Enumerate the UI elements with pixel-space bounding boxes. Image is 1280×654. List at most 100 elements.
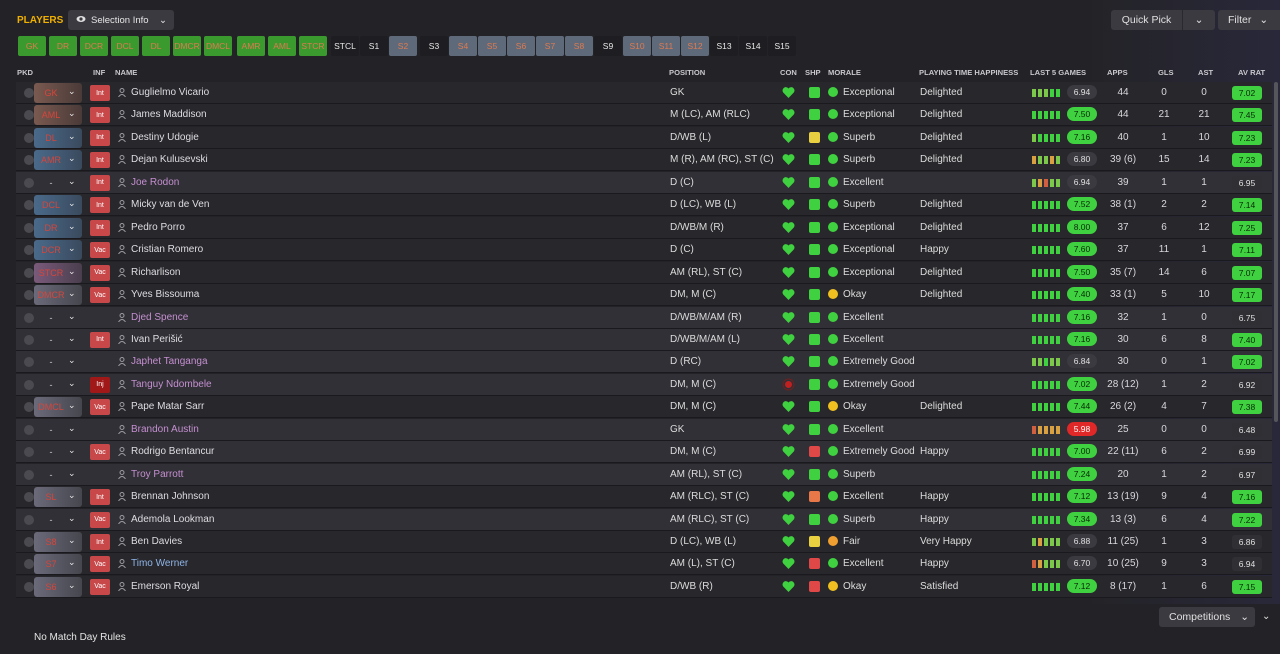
selection-info-button[interactable]: Selection Info ⌄ bbox=[68, 10, 174, 30]
player-name[interactable]: Cristian Romero bbox=[131, 244, 203, 255]
player-name[interactable]: Brandon Austin bbox=[131, 424, 199, 435]
chip-amr[interactable]: AMR bbox=[237, 36, 265, 56]
chevron-down-icon[interactable]: ⌄ bbox=[68, 198, 76, 209]
table-row[interactable]: S7 ⌄ Vac Timo Werner AM (L), ST (C) Excellent… bbox=[16, 553, 1272, 576]
pkd-toggle[interactable] bbox=[24, 222, 34, 233]
pkd-toggle[interactable] bbox=[24, 334, 34, 345]
chevron-down-icon[interactable]: ⌄ bbox=[68, 333, 76, 344]
chevron-down-icon[interactable]: ⌄ bbox=[68, 108, 76, 119]
table-row[interactable]: - ⌄ Int Ivan Perišić D/WB/M/AM (L) Excellent 7… bbox=[16, 328, 1272, 351]
col-position[interactable]: POSITION bbox=[669, 68, 705, 77]
player-name[interactable]: Djed Spence bbox=[131, 312, 188, 323]
col-av-rat[interactable]: AV RAT bbox=[1238, 68, 1265, 77]
col-inf[interactable]: INF bbox=[93, 68, 105, 77]
chip-s4[interactable]: S4 bbox=[449, 36, 477, 56]
chevron-down-icon[interactable]: ⌄ bbox=[68, 445, 76, 456]
player-name[interactable]: Pedro Porro bbox=[131, 222, 185, 233]
chip-s12[interactable]: S12 bbox=[681, 36, 709, 56]
inf-badge[interactable]: Vac bbox=[90, 242, 110, 259]
inf-badge[interactable]: Inj bbox=[90, 376, 110, 393]
player-name[interactable]: Troy Parrott bbox=[131, 469, 183, 480]
quick-pick-button[interactable]: Quick Pick ⌄ bbox=[1111, 10, 1215, 30]
player-name[interactable]: Japhet Tanganga bbox=[131, 356, 208, 367]
filter-button[interactable]: Filter ⌄ bbox=[1218, 10, 1280, 30]
pkd-toggle[interactable] bbox=[24, 267, 34, 278]
table-row[interactable]: S6 ⌄ Vac Emerson Royal D/WB (R) Okay Satisfied… bbox=[16, 575, 1272, 598]
table-row[interactable]: - ⌄ Brandon Austin GK Excellent 5.98 25 0 0 6.48 bbox=[16, 418, 1272, 441]
chevron-down-icon[interactable]: ⌄ bbox=[68, 580, 76, 591]
col-pkd[interactable]: PKD bbox=[17, 68, 33, 77]
chip-s9[interactable]: S9 bbox=[594, 36, 622, 56]
chevron-down-icon[interactable]: ⌄ bbox=[68, 400, 76, 411]
table-row[interactable]: AMR ⌄ Int Dejan Kulusevski M (R), AM (RC), S… bbox=[16, 149, 1272, 172]
col-con[interactable]: CON bbox=[780, 68, 797, 77]
chip-gk[interactable]: GK bbox=[18, 36, 46, 56]
chip-s8[interactable]: S8 bbox=[565, 36, 593, 56]
chip-aml[interactable]: AML bbox=[268, 36, 296, 56]
col-apps[interactable]: APPS bbox=[1107, 68, 1128, 77]
inf-badge[interactable]: Vac bbox=[90, 578, 110, 595]
col-last-5-games[interactable]: LAST 5 GAMES bbox=[1030, 68, 1086, 77]
chip-s14[interactable]: S14 bbox=[739, 36, 767, 56]
pkd-toggle[interactable] bbox=[24, 559, 34, 570]
inf-badge[interactable]: Vac bbox=[90, 556, 110, 573]
inf-badge[interactable]: Int bbox=[90, 331, 110, 348]
pkd-toggle[interactable] bbox=[24, 447, 34, 458]
col-gls[interactable]: GLS bbox=[1158, 68, 1174, 77]
inf-badge[interactable]: Int bbox=[90, 219, 110, 236]
table-row[interactable]: S8 ⌄ Int Ben Davies D (LC), WB (L) Fair Very H… bbox=[16, 531, 1272, 553]
chip-s1[interactable]: S1 bbox=[360, 36, 388, 56]
table-row[interactable]: - ⌄ Inj Tanguy Ndombele DM, M (C) Extremely G… bbox=[16, 373, 1272, 396]
chip-dl[interactable]: DL bbox=[142, 36, 170, 56]
chevron-down-icon[interactable]: ⌄ bbox=[1183, 14, 1215, 26]
inf-badge[interactable]: Int bbox=[90, 107, 110, 124]
col-playing-time-happiness[interactable]: PLAYING TIME HAPPINESS bbox=[919, 68, 1018, 77]
player-name[interactable]: Dejan Kulusevski bbox=[131, 154, 208, 165]
table-row[interactable]: - ⌄ Int Joe Rodon D (C) Excellent 6.94 39 1 1 6.95 bbox=[16, 171, 1272, 194]
pkd-toggle[interactable] bbox=[24, 581, 34, 592]
table-row[interactable]: - ⌄ Vac Rodrigo Bentancur DM, M (C) Extremely… bbox=[16, 441, 1272, 464]
player-name[interactable]: Ademola Lookman bbox=[131, 514, 214, 525]
col-shp[interactable]: SHP bbox=[805, 68, 821, 77]
pkd-toggle[interactable] bbox=[24, 379, 34, 390]
chevron-down-icon[interactable]: ⌄ bbox=[68, 378, 76, 389]
table-row[interactable]: SL ⌄ Int Brennan Johnson AM (RLC), ST (C) Exc… bbox=[16, 486, 1272, 509]
table-row[interactable]: DL ⌄ Int Destiny Udogie D/WB (L) Superb Deligh… bbox=[16, 126, 1272, 149]
chevron-down-icon[interactable]: ⌄ bbox=[68, 557, 76, 568]
table-row[interactable]: DMCL ⌄ Vac Pape Matar Sarr DM, M (C) Okay Deli… bbox=[16, 396, 1272, 419]
chevron-down-icon[interactable]: ⌄ bbox=[68, 423, 76, 434]
player-name[interactable]: Micky van de Ven bbox=[131, 199, 209, 210]
inf-badge[interactable]: Vac bbox=[90, 511, 110, 528]
player-name[interactable]: Tanguy Ndombele bbox=[131, 379, 212, 390]
inf-badge[interactable]: Int bbox=[90, 534, 110, 550]
chip-dcl[interactable]: DCL bbox=[111, 36, 139, 56]
chevron-down-icon[interactable]: ⌄ bbox=[68, 131, 76, 142]
player-name[interactable]: Ivan Perišić bbox=[131, 334, 183, 345]
chip-s5[interactable]: S5 bbox=[478, 36, 506, 56]
chip-stcr[interactable]: STCR bbox=[299, 36, 327, 56]
player-name[interactable]: Joe Rodon bbox=[131, 177, 179, 188]
player-name[interactable]: Ben Davies bbox=[131, 536, 182, 547]
pkd-toggle[interactable] bbox=[24, 357, 34, 368]
player-name[interactable]: Rodrigo Bentancur bbox=[131, 446, 214, 457]
pkd-toggle[interactable] bbox=[24, 200, 34, 211]
chip-stcl[interactable]: STCL bbox=[331, 36, 359, 56]
col-ast[interactable]: AST bbox=[1198, 68, 1213, 77]
table-row[interactable]: DCL ⌄ Int Micky van de Ven D (LC), WB (L) Sup… bbox=[16, 194, 1272, 217]
chevron-down-icon[interactable]: ⌄ bbox=[68, 311, 76, 322]
table-row[interactable]: - ⌄ Troy Parrott AM (RL), ST (C) Superb 7.24 2… bbox=[16, 463, 1272, 486]
pkd-toggle[interactable] bbox=[24, 514, 34, 525]
chip-dcr[interactable]: DCR bbox=[80, 36, 108, 56]
player-name[interactable]: James Maddison bbox=[131, 109, 207, 120]
chip-dr[interactable]: DR bbox=[49, 36, 77, 56]
player-name[interactable]: Richarlison bbox=[131, 267, 180, 278]
chevron-down-icon[interactable]: ⌄ bbox=[68, 490, 76, 501]
chevron-down-icon[interactable]: ⌄ bbox=[68, 468, 76, 479]
table-row[interactable]: DCR ⌄ Vac Cristian Romero D (C) Exceptional Ha… bbox=[16, 239, 1272, 262]
player-name[interactable]: Pape Matar Sarr bbox=[131, 401, 204, 412]
col-morale[interactable]: MORALE bbox=[828, 68, 861, 77]
inf-badge[interactable]: Vac bbox=[90, 264, 110, 281]
inf-badge[interactable]: Int bbox=[90, 152, 110, 169]
player-name[interactable]: Destiny Udogie bbox=[131, 132, 199, 143]
player-name[interactable]: Emerson Royal bbox=[131, 581, 199, 592]
